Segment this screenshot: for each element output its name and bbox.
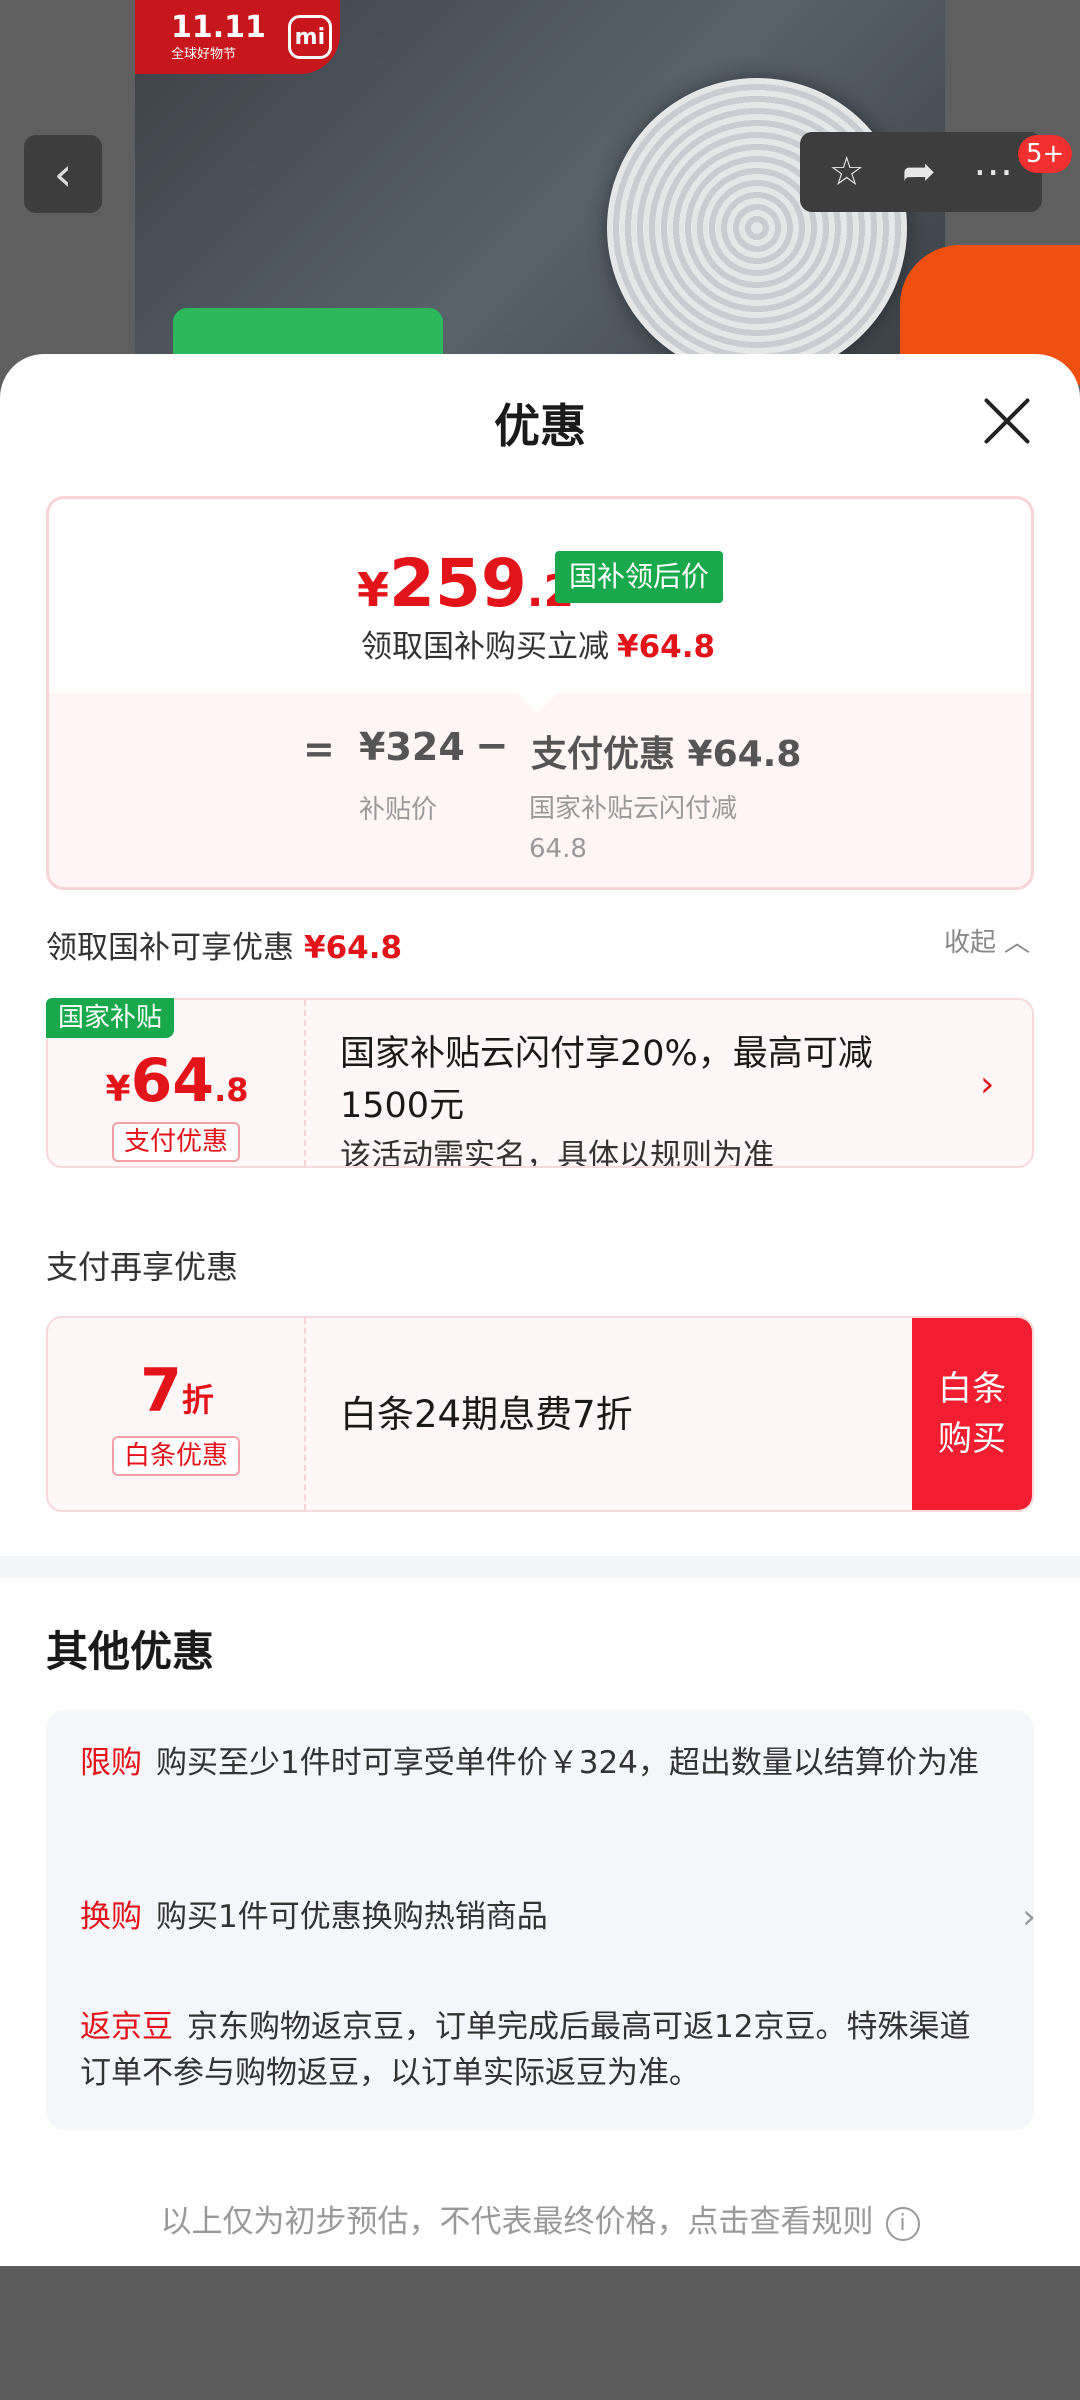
collapse-button[interactable]: 收起 ︿ — [936, 922, 1030, 959]
enjoy-line: 领取国补可享优惠 ¥64.8 — [46, 922, 402, 967]
other-discounts-title: 其他优惠 — [46, 1627, 215, 1676]
more-icon[interactable]: ⋯ — [973, 149, 1013, 195]
list-item-tag: 返京豆 — [80, 2009, 173, 2045]
share-icon[interactable]: ➦ — [902, 149, 936, 195]
notification-badge: 5+ — [1018, 135, 1073, 173]
baitiao-buy-button[interactable]: 白条 购买 — [912, 1318, 1032, 1510]
baitiao-type-tag: 白条优惠 — [112, 1436, 240, 1476]
discount-sheet: 优惠 ¥ 259 .2 国补领后价 领取国补购买立减 ¥64.8 = ¥324 −… — [0, 354, 1080, 2266]
list-item-tag: 换购 — [80, 1899, 142, 1935]
fan-image — [607, 78, 907, 360]
brand-logo: mi — [287, 15, 332, 59]
base-price: ¥324 — [359, 725, 465, 769]
baitiao-discount: 7折 — [48, 1356, 306, 1426]
list-item-text: 购买1件可优惠换购热销商品 — [156, 1899, 548, 1935]
baitiao-card[interactable]: 7折 白条优惠 白条24期息费7折 白条 购买 — [46, 1316, 1034, 1512]
footer-note[interactable]: 以上仅为初步预估，不代表最终价格，点击查看规则 i — [0, 2196, 1080, 2241]
subsidy-currency: ¥ — [105, 1069, 131, 1110]
baitiao-int: 7 — [140, 1356, 182, 1426]
chevron-right-icon: › — [980, 1064, 995, 1105]
other-discounts-list: 限购 购买至少1件时可享受单件价￥324，超出数量以结算价为准 换购 购买1件可优惠… — [46, 1710, 1036, 2130]
back-icon: ‹ — [53, 147, 73, 201]
minus-sign: − — [475, 723, 509, 769]
chevron-up-icon: ︿ — [1004, 928, 1031, 958]
pay-discount-label: 国家补贴云闪付减64.8 — [529, 794, 738, 864]
list-item: 返京豆 京东购物返京豆，订单完成后最高可返12京豆。特殊渠道订单不参与购物返豆，以… — [80, 2004, 980, 2096]
subsidy-amount: ¥64.8 — [48, 1046, 306, 1116]
list-item[interactable]: 换购 购买1件可优惠换购热销商品 › — [80, 1894, 1036, 1940]
star-icon[interactable]: ☆ — [829, 149, 865, 195]
list-item-text: 京东购物返京豆，订单完成后最高可返12京豆。特殊渠道订单不参与购物返豆，以订单实… — [80, 2009, 971, 2091]
baitiao-description: 白条24期息费7折 — [340, 1393, 633, 1436]
info-icon[interactable]: i — [885, 2206, 920, 2241]
section-divider — [0, 1556, 1080, 1578]
baitiao-unit: 折 — [181, 1381, 214, 1419]
promo-badge: 11.11 全球好物节 mi — [135, 0, 340, 74]
promo-badge-subtitle: 全球好物节 — [171, 46, 237, 62]
list-item: 限购 购买至少1件时可享受单件价￥324，超出数量以结算价为准 — [80, 1740, 980, 1786]
bottom-area — [0, 2266, 1080, 2400]
top-toolbar: ☆ ➦ ⋯ — [800, 132, 1042, 212]
subsidy-card[interactable]: ¥64.8 支付优惠 国家补贴云闪付享20%，最高可减1500元 该活动需实名，… — [46, 998, 1034, 1168]
list-item-tag: 限购 — [80, 1745, 142, 1781]
pay-discount: 支付优惠 ¥64.8 — [531, 734, 802, 775]
base-price-label: 补贴价 — [359, 795, 438, 825]
final-price-int: 259 — [389, 545, 527, 622]
final-price-currency: ¥ — [357, 563, 390, 617]
claim-line: 领取国补购买立减 ¥64.8 — [361, 621, 715, 666]
equals-sign: = — [303, 727, 335, 771]
pay-again-heading: 支付再享优惠 — [46, 1248, 239, 1286]
close-icon[interactable] — [982, 396, 1032, 446]
claim-amount: ¥64.8 — [617, 629, 716, 665]
chevron-right-icon: › — [1022, 1897, 1036, 1937]
subsidy-dec: .8 — [214, 1071, 249, 1109]
price-summary: ¥ 259 .2 国补领后价 领取国补购买立减 ¥64.8 = ¥324 − 支付… — [46, 496, 1034, 890]
final-price: ¥ 259 .2 — [357, 545, 574, 622]
baitiao-buy-label: 白条 购买 — [938, 1369, 1006, 1459]
collapse-label: 收起 — [944, 928, 997, 958]
sheet-title: 优惠 — [494, 399, 586, 453]
enjoy-amount: ¥64.8 — [304, 930, 403, 966]
list-item-text: 购买至少1件时可享受单件价￥324，超出数量以结算价为准 — [156, 1745, 979, 1781]
subsidy-type-tag: 支付优惠 — [112, 1122, 240, 1162]
subsidy-note: 该活动需实名，具体以规则为准 — [340, 1138, 774, 1168]
footer-text: 以上仅为初步预估，不代表最终价格，点击查看规则 — [160, 2204, 874, 2240]
subsidy-description: 国家补贴云闪付享20%，最高可减1500元 — [340, 1034, 873, 1126]
national-subsidy-tag: 国家补贴 — [46, 998, 175, 1038]
green-label — [173, 308, 443, 360]
enjoy-text: 领取国补可享优惠 — [46, 930, 294, 966]
back-button[interactable]: ‹ — [24, 135, 102, 213]
promo-badge-title: 11.11 — [171, 9, 266, 45]
final-price-tag: 国补领后价 — [555, 551, 724, 603]
claim-text: 领取国补购买立减 — [361, 629, 609, 665]
subsidy-int: 64 — [130, 1046, 215, 1116]
